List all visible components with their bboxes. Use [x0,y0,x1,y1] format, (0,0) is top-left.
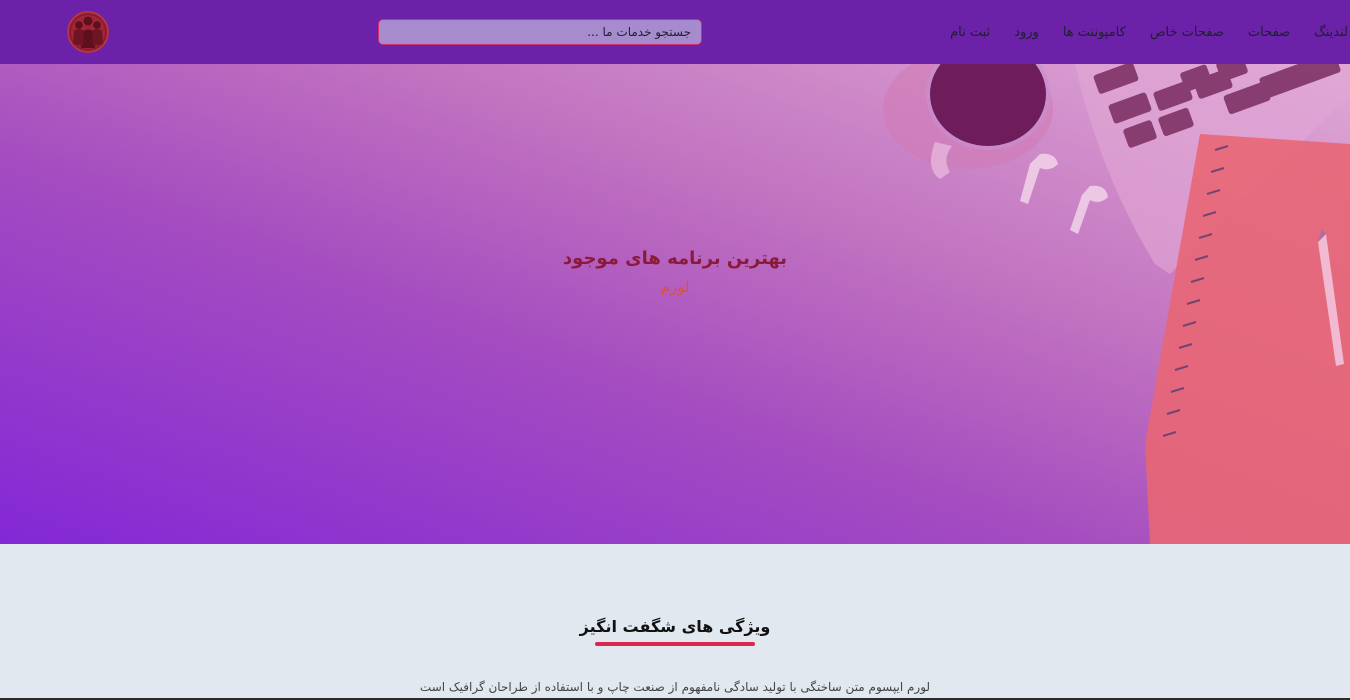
features-section: ویژگی های شگفت انگیز لورم ایپسوم متن ساخ… [0,544,1350,700]
nav-link-landing[interactable]: لندینگ [1302,25,1350,40]
features-divider [595,642,755,646]
search-input[interactable] [387,24,693,40]
main-nav: لندینگ صفحات صفحات خاص کامپوننت ها ورود … [938,0,1350,64]
top-navbar: لندینگ صفحات صفحات خاص کامپوننت ها ورود … [0,0,1350,64]
desk-workspace-image [883,64,1350,544]
hero-section: بهترین برنامه های موجود لورم [0,64,1350,544]
hero-subtitle: لورم [660,278,690,296]
hero-title: بهترین برنامه های موجود [562,248,788,270]
nav-link-pages[interactable]: صفحات [1236,25,1302,40]
nav-link-components[interactable]: کامپوننت ها [1051,25,1138,40]
search-box [378,19,702,45]
features-title: ویژگی های شگفت انگیز [579,617,771,637]
nav-link-special-pages[interactable]: صفحات خاص [1138,25,1236,40]
nav-link-register[interactable]: ثبت نام [938,25,1002,40]
people-group-icon[interactable] [66,10,110,54]
features-description: لورم ایپسوم متن ساختگی با تولید سادگی نا… [419,680,931,694]
nav-link-login[interactable]: ورود [1002,25,1051,40]
